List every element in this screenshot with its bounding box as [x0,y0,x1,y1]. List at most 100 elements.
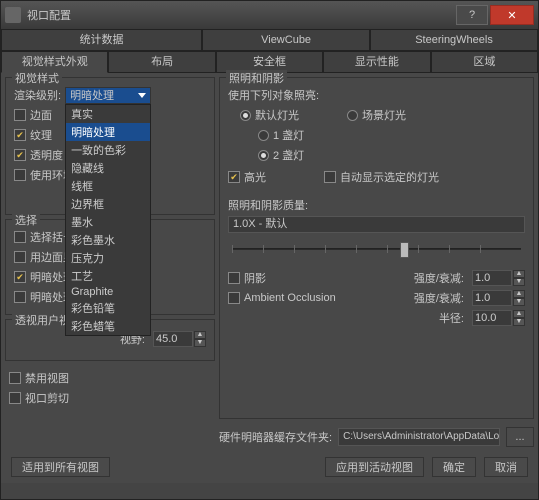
radio-scene-light[interactable] [347,110,358,121]
render-level-dropdown[interactable]: 真实明暗处理一致的色彩隐藏线线框边界框墨水彩色墨水压克力工艺Graphite彩色… [65,104,151,336]
use-lights-label: 使用下列对象照亮: [228,87,319,103]
slider-tick [480,245,481,253]
dd-item-11[interactable]: 彩色铅笔 [66,299,150,317]
radio-2-light[interactable] [258,150,269,161]
dd-item-7[interactable]: 彩色墨水 [66,231,150,249]
dd-item-1[interactable]: 明暗处理 [66,123,150,141]
fov-down[interactable]: ▼ [194,339,206,347]
dd-item-10[interactable]: Graphite [66,285,150,299]
lbl-highlight: 高光 [244,169,266,185]
i1-up[interactable]: ▲ [513,270,525,278]
apply-all-button[interactable]: 适用到所有视图 [11,457,110,477]
slider-tick [387,245,388,253]
lbl-disable-view: 禁用视图 [25,370,69,386]
chk-shadow[interactable] [228,272,240,284]
chk-clip[interactable] [9,392,21,404]
window-title: 视口配置 [27,7,454,23]
render-level-label: 渲染级别: [14,87,61,103]
radio-1-light[interactable] [258,130,269,141]
quality-label: 照明和阴影质量: [228,197,308,213]
group-title-light: 照明和阴影 [226,70,287,86]
chk-brackets[interactable] [14,231,26,243]
chk-texture[interactable] [14,129,26,141]
subtab-display-perf[interactable]: 显示性能 [323,51,430,73]
lbl-default-light: 默认灯光 [255,107,299,123]
chk-edge[interactable] [14,109,26,121]
group-title-vs: 视觉样式 [12,70,62,86]
slider-tick [325,245,326,253]
dd-item-4[interactable]: 线框 [66,177,150,195]
chk-highlight[interactable] [228,171,240,183]
lbl-2-light: 2 盏灯 [273,147,304,163]
close-button[interactable]: ✕ [490,5,534,25]
lbl-clip: 视口剪切 [25,390,69,406]
i2-down[interactable]: ▼ [513,298,525,306]
dd-item-6[interactable]: 墨水 [66,213,150,231]
footer: 适用到所有视图 应用到活动视图 确定 取消 [1,451,538,483]
viewport-config-window: 视口配置 ? ✕ 统计数据 ViewCube SteeringWheels 视觉… [0,0,539,500]
subtab-regions[interactable]: 区域 [431,51,538,73]
fov-spinner[interactable]: ▲▼ [153,331,206,347]
apply-active-button[interactable]: 应用到活动视图 [325,457,424,477]
lbl-shadow: 阴影 [244,270,266,286]
lbl-intensity2: 强度/衰减: [340,290,464,306]
titlebar[interactable]: 视口配置 ? ✕ [1,1,538,29]
chk-shade-sel[interactable] [14,271,26,283]
tab-steeringwheels[interactable]: SteeringWheels [370,29,538,51]
chk-disable-view[interactable] [9,372,21,384]
combo-value: 明暗处理 [70,87,114,103]
slider-thumb[interactable] [400,242,409,258]
lbl-ao: Ambient Occlusion [244,292,336,304]
lbl-transparency: 透明度 [30,147,63,163]
quality-slider[interactable] [228,239,525,259]
intensity1-input[interactable] [472,270,512,286]
chk-auto-sel-light[interactable] [324,171,336,183]
cancel-button[interactable]: 取消 [484,457,528,477]
dd-item-9[interactable]: 工艺 [66,267,150,285]
chk-edge-sel[interactable] [14,251,26,263]
dd-item-8[interactable]: 压克力 [66,249,150,267]
slider-tick [263,245,264,253]
app-icon [5,7,21,23]
i2-up[interactable]: ▲ [513,290,525,298]
help-button[interactable]: ? [456,5,488,25]
tab-viewcube[interactable]: ViewCube [202,29,370,51]
lbl-intensity1: 强度/衰减: [270,270,464,286]
r-down[interactable]: ▼ [513,318,525,326]
intensity2-input[interactable] [472,290,512,306]
slider-tick [356,245,357,253]
lbl-scene-light: 场景灯光 [362,107,406,123]
chk-shade-obj[interactable] [14,291,26,303]
subtab-layout[interactable]: 布局 [108,51,215,73]
fov-up[interactable]: ▲ [194,331,206,339]
ok-button[interactable]: 确定 [432,457,476,477]
group-lighting: 照明和阴影 使用下列对象照亮: 默认灯光 场景灯光 1 盏灯 2 盏灯 高光 自… [219,77,534,419]
lbl-1-light: 1 盏灯 [273,127,304,143]
dd-item-3[interactable]: 隐藏线 [66,159,150,177]
lbl-edge: 边面 [30,107,52,123]
radio-default-light[interactable] [240,110,251,121]
fov-input[interactable] [153,331,193,347]
i1-down[interactable]: ▼ [513,278,525,286]
hw-cache-path[interactable]: C:\Users\Administrator\AppData\Local\Aut… [338,428,500,446]
lbl-auto-sel-light: 自动显示选定的灯光 [340,169,439,185]
chk-env[interactable] [14,169,26,181]
chk-ao[interactable] [228,292,240,304]
hw-cache-label: 硬件明暗器缓存文件夹: [219,429,332,445]
slider-tick [294,245,295,253]
dd-item-2[interactable]: 一致的色彩 [66,141,150,159]
browse-button[interactable]: ... [506,427,534,447]
lbl-radius: 半径: [228,310,464,326]
render-level-combo[interactable]: 明暗处理 真实明暗处理一致的色彩隐藏线线框边界框墨水彩色墨水压克力工艺Graph… [65,87,151,104]
dd-item-0[interactable]: 真实 [66,105,150,123]
chk-transparency[interactable] [14,149,26,161]
tab-stats[interactable]: 统计数据 [1,29,202,51]
r-up[interactable]: ▲ [513,310,525,318]
dd-item-5[interactable]: 边界框 [66,195,150,213]
dd-item-12[interactable]: 彩色蜡笔 [66,317,150,335]
radius-input[interactable] [472,310,512,326]
lbl-texture: 纹理 [30,127,52,143]
quality-box[interactable]: 1.0X - 默认 [228,216,525,233]
slider-tick [232,245,233,253]
slider-track [232,248,521,250]
